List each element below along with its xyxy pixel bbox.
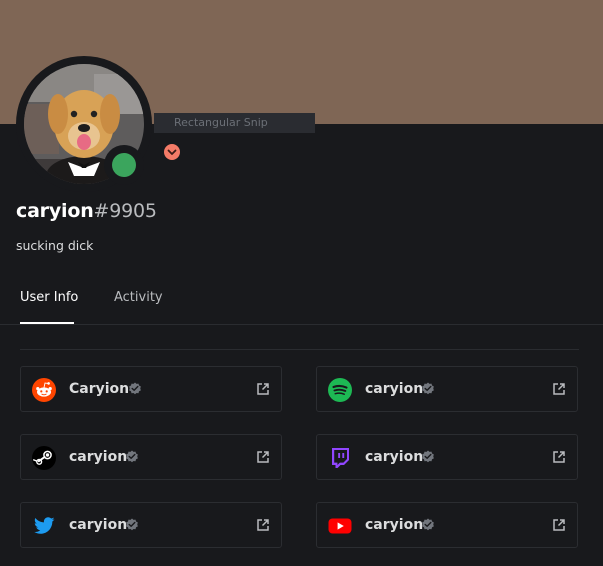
external-link-icon[interactable] [552,518,566,532]
profile-badge[interactable] [164,144,180,160]
twitter-icon [34,517,55,534]
connection-twitch[interactable]: caryion [316,434,578,480]
spotify-icon [328,378,352,402]
verified-icon [129,382,141,395]
connection-reddit[interactable]: Caryion [20,366,282,412]
discriminator: #9905 [93,200,157,222]
connection-name: caryion [365,517,424,533]
connection-youtube[interactable]: caryion [316,502,578,548]
verified-icon [422,382,434,395]
verified-icon [422,518,434,531]
snip-tool-label: Rectangular Snip [154,113,315,133]
reddit-icon [32,378,56,402]
tab-activity[interactable]: Activity [114,289,163,307]
connection-name: caryion [69,517,128,533]
connection-twitter[interactable]: caryion [20,502,282,548]
custom-status: sucking dick [16,238,94,253]
external-link-icon[interactable] [552,382,566,396]
twitch-icon [332,448,349,468]
external-link-icon[interactable] [552,450,566,464]
connection-steam[interactable]: caryion [20,434,282,480]
external-link-icon[interactable] [256,518,270,532]
connection-name: caryion [69,449,128,465]
connection-name: caryion [365,381,424,397]
connection-name: Caryion [69,381,130,397]
section-divider [20,349,579,350]
verified-icon [126,518,138,531]
connection-name: caryion [365,449,424,465]
external-link-icon[interactable] [256,382,270,396]
tab-divider [0,324,603,325]
external-link-icon[interactable] [256,450,270,464]
username-name: caryion [16,200,94,222]
tab-user-info[interactable]: User Info [20,289,78,307]
verified-icon [422,450,434,463]
online-status-indicator [112,153,136,177]
chevron-down-icon [167,149,177,155]
username[interactable]: caryion#9905 [16,200,157,222]
youtube-icon [328,518,352,534]
verified-icon [126,450,138,463]
steam-icon [32,446,56,470]
connection-spotify[interactable]: caryion [316,366,578,412]
